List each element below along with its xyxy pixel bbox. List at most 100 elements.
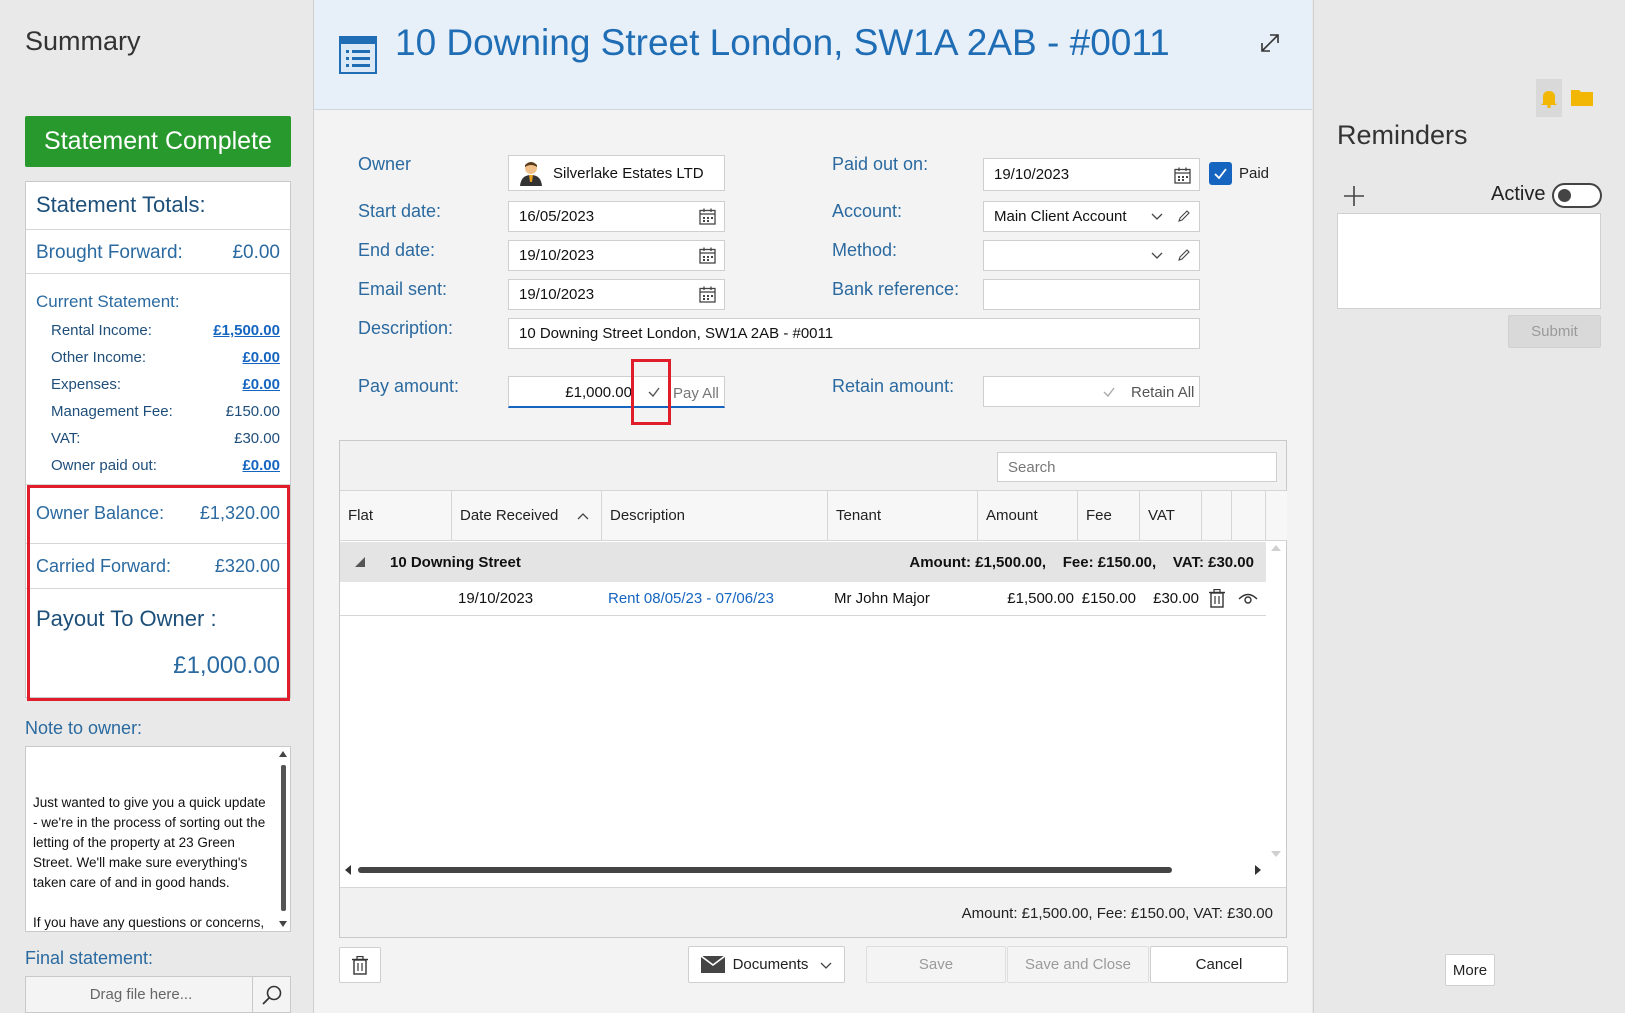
delete-statement-button[interactable] bbox=[339, 947, 381, 983]
edit-pencil-icon[interactable] bbox=[1177, 209, 1191, 223]
grid-footer-totals: Amount: £1,500.00, Fee: £150.00, VAT: £3… bbox=[961, 905, 1273, 922]
other-income-link[interactable]: £0.00 bbox=[242, 349, 280, 366]
cancel-button[interactable]: Cancel bbox=[1150, 946, 1288, 983]
reminder-textarea[interactable] bbox=[1337, 213, 1601, 309]
calendar-icon[interactable] bbox=[699, 208, 716, 225]
column-view bbox=[1232, 491, 1266, 541]
vat-row: VAT: £30.00 bbox=[51, 430, 280, 447]
account-label: Account: bbox=[832, 201, 903, 221]
save-and-close-button[interactable]: Save and Close bbox=[1007, 946, 1149, 983]
description-field[interactable]: 10 Downing Street London, SW1A 2AB - #00… bbox=[508, 318, 1200, 349]
pay-amount-label: Pay amount: bbox=[358, 376, 460, 396]
method-label: Method: bbox=[832, 240, 898, 260]
paid-out-on-field[interactable]: 19/10/2023 bbox=[983, 158, 1200, 191]
column-description[interactable]: Description bbox=[602, 491, 828, 541]
trash-icon bbox=[352, 955, 368, 975]
pay-all-button[interactable]: Pay All bbox=[673, 385, 719, 402]
statement-complete-button[interactable]: Statement Complete bbox=[25, 116, 291, 167]
chevron-down-icon bbox=[1151, 252, 1163, 259]
column-spacer bbox=[1266, 491, 1287, 541]
end-date-field[interactable]: 19/10/2023 bbox=[508, 240, 725, 271]
current-statement-label: Current Statement: bbox=[36, 292, 180, 311]
note-to-owner-textarea[interactable]: Just wanted to give you a quick update -… bbox=[25, 746, 291, 932]
management-fee-row: Management Fee: £150.00 bbox=[51, 403, 280, 420]
retain-amount-label: Retain amount: bbox=[832, 376, 955, 396]
chevron-down-icon bbox=[1151, 213, 1163, 220]
totals-heading: Statement Totals: bbox=[26, 182, 290, 230]
search-icon bbox=[261, 985, 281, 1005]
owner-paid-out-link[interactable]: £0.00 bbox=[242, 457, 280, 474]
bank-reference-label: Bank reference: bbox=[832, 279, 960, 299]
email-sent-field[interactable]: 19/10/2023 bbox=[508, 279, 725, 310]
more-button[interactable]: More bbox=[1445, 954, 1495, 986]
owner-field[interactable]: Silverlake Estates LTD bbox=[508, 155, 725, 191]
column-vat[interactable]: VAT bbox=[1140, 491, 1202, 541]
edit-pencil-icon[interactable] bbox=[1177, 248, 1191, 262]
pay-amount-field[interactable]: £1,000.00 Pay All bbox=[508, 376, 725, 408]
summary-title: Summary bbox=[25, 26, 141, 56]
column-tenant[interactable]: Tenant bbox=[828, 491, 978, 541]
grid-search-input[interactable]: Search bbox=[997, 452, 1277, 482]
column-amount[interactable]: Amount bbox=[978, 491, 1078, 541]
add-reminder-icon[interactable] bbox=[1343, 185, 1365, 207]
account-select[interactable]: Main Client Account bbox=[983, 201, 1200, 232]
confirm-check-icon[interactable] bbox=[1102, 385, 1116, 399]
envelope-icon bbox=[700, 956, 725, 973]
submit-reminder-button[interactable]: Submit bbox=[1508, 315, 1601, 348]
grid-vertical-scrollbar[interactable] bbox=[1270, 543, 1282, 861]
brought-forward-row: Brought Forward: £0.00 bbox=[36, 242, 280, 263]
expand-icon[interactable] bbox=[1259, 32, 1281, 54]
column-fee[interactable]: Fee bbox=[1078, 491, 1140, 541]
bank-reference-field[interactable] bbox=[983, 279, 1200, 310]
expenses-link[interactable]: £0.00 bbox=[242, 376, 280, 393]
end-date-label: End date: bbox=[358, 240, 436, 260]
column-flat[interactable]: Flat bbox=[340, 491, 452, 541]
note-scrollbar[interactable] bbox=[279, 751, 287, 927]
calendar-icon[interactable] bbox=[1174, 167, 1191, 184]
start-date-label: Start date: bbox=[358, 201, 442, 221]
bell-icon bbox=[1541, 91, 1557, 108]
retain-all-button[interactable]: Retain All bbox=[1131, 384, 1194, 401]
collapse-triangle-icon[interactable] bbox=[354, 556, 366, 568]
paid-out-on-label: Paid out on: bbox=[832, 154, 929, 174]
grid-footer: Amount: £1,500.00, Fee: £150.00, VAT: £3… bbox=[340, 887, 1286, 937]
grid-horizontal-scrollbar[interactable] bbox=[344, 864, 1262, 876]
delete-icon[interactable] bbox=[1209, 589, 1225, 608]
email-sent-label: Email sent: bbox=[358, 279, 448, 299]
start-date-field[interactable]: 16/05/2023 bbox=[508, 201, 725, 232]
calendar-icon[interactable] bbox=[699, 247, 716, 264]
owner-label: Owner bbox=[358, 154, 412, 174]
save-button[interactable]: Save bbox=[866, 946, 1006, 983]
documents-dropdown-button[interactable]: Documents bbox=[688, 946, 845, 983]
note-label: Note to owner: bbox=[25, 718, 143, 738]
retain-amount-field[interactable]: Retain All bbox=[983, 376, 1200, 407]
paid-checkbox[interactable] bbox=[1209, 162, 1232, 185]
group-row[interactable]: 10 Downing Street Amount: £1,500.00, Fee… bbox=[340, 542, 1266, 582]
active-label: Active bbox=[1491, 183, 1546, 205]
page-title: 10 Downing Street London, SW1A 2AB - #00… bbox=[395, 22, 1170, 63]
method-select[interactable] bbox=[983, 240, 1200, 271]
reminders-panel bbox=[1313, 0, 1625, 1013]
other-income-row: Other Income: £0.00 bbox=[51, 349, 280, 366]
folder-icon[interactable] bbox=[1571, 88, 1593, 106]
browse-button[interactable] bbox=[252, 977, 290, 1013]
pay-amount-value[interactable]: £1,000.00 bbox=[565, 384, 632, 401]
rental-income-link[interactable]: £1,500.00 bbox=[213, 322, 280, 339]
view-eye-icon[interactable] bbox=[1238, 590, 1258, 606]
reminders-title: Reminders bbox=[1337, 120, 1468, 150]
person-icon bbox=[520, 162, 542, 186]
highlight-box-confirm bbox=[631, 359, 671, 425]
calendar-icon[interactable] bbox=[699, 286, 716, 303]
description-label: Description: bbox=[358, 318, 454, 338]
notifications-button[interactable] bbox=[1536, 79, 1562, 117]
row-description-link[interactable]: Rent 08/05/23 - 07/06/23 bbox=[608, 590, 774, 607]
rental-income-row: Rental Income: £1,500.00 bbox=[51, 322, 280, 339]
active-toggle[interactable] bbox=[1552, 183, 1602, 208]
column-delete bbox=[1202, 491, 1232, 541]
table-row[interactable]: 19/10/2023 Rent 08/05/23 - 07/06/23 Mr J… bbox=[340, 582, 1266, 616]
column-date-received[interactable]: Date Received bbox=[452, 491, 602, 541]
file-drop-zone[interactable]: Drag file here... bbox=[25, 976, 291, 1013]
check-icon bbox=[1214, 168, 1227, 180]
paid-label: Paid bbox=[1239, 165, 1270, 182]
expenses-row: Expenses: £0.00 bbox=[51, 376, 280, 393]
